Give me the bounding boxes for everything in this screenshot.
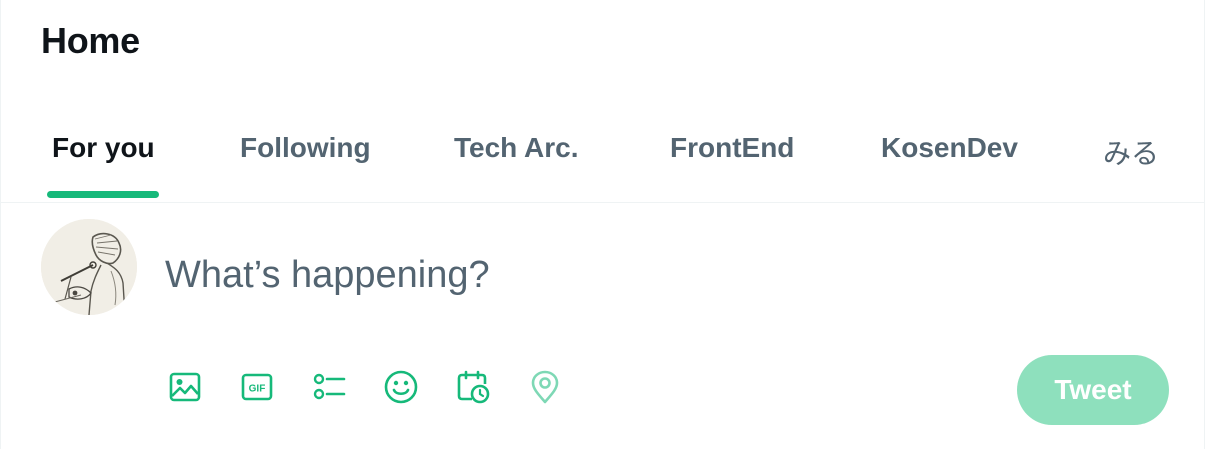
timeline-tabs: For you Following Tech Arc. FrontEnd Kos…	[1, 98, 1204, 203]
gif-icon: GIF	[241, 373, 273, 401]
tab-tech-arc[interactable]: Tech Arc.	[447, 98, 593, 202]
schedule-icon	[457, 370, 490, 404]
tab-label: みる	[1103, 138, 1160, 169]
emoji-icon	[384, 370, 418, 404]
active-tab-indicator	[47, 191, 159, 198]
tab-for-you[interactable]: For you	[47, 98, 159, 202]
tab-label: KosenDev	[881, 132, 1018, 163]
tab-following[interactable]: Following	[231, 98, 381, 202]
poll-button[interactable]	[311, 369, 347, 405]
avatar-sketch-image	[41, 219, 137, 315]
media-button[interactable]	[167, 369, 203, 405]
tab-label: FrontEnd	[670, 132, 795, 163]
location-icon	[531, 370, 559, 404]
tab-kosendev[interactable]: KosenDev	[871, 98, 1031, 202]
compose-input[interactable]	[165, 247, 1065, 303]
tab-frontend[interactable]: FrontEnd	[661, 98, 807, 202]
svg-text:GIF: GIF	[249, 384, 266, 395]
home-timeline-panel: Home For you Following Tech Arc. FrontEn…	[0, 0, 1205, 449]
tweet-composer: GIF	[1, 203, 1204, 449]
tab-label: Following	[240, 132, 371, 163]
image-icon	[169, 372, 201, 402]
location-button[interactable]	[527, 369, 563, 405]
emoji-button[interactable]	[383, 369, 419, 405]
tab-label: Tech Arc.	[454, 132, 579, 163]
poll-icon	[313, 373, 346, 400]
tweet-button[interactable]: Tweet	[1017, 355, 1169, 425]
gif-button[interactable]: GIF	[239, 369, 275, 405]
tab-miru[interactable]: みる	[1093, 98, 1173, 202]
page-title: Home	[41, 20, 140, 61]
tab-label: For you	[52, 132, 155, 163]
avatar[interactable]	[41, 219, 137, 315]
schedule-button[interactable]	[455, 369, 491, 405]
